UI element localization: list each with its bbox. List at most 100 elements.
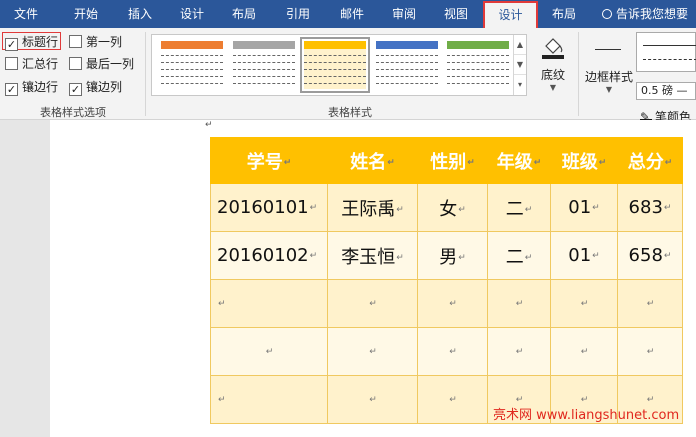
total-row-label: 汇总行 <box>22 57 59 71</box>
chevron-down-icon: ▼ <box>605 85 613 94</box>
last-column-label: 最后一列 <box>86 57 135 71</box>
table-cell[interactable]: ↵ <box>417 375 488 424</box>
chevron-down-icon: ▼ <box>549 83 557 92</box>
banded-rows-label: 镶边行 <box>22 80 59 94</box>
table-styles-gallery[interactable]: ▲ ▼ ▾ <box>151 34 527 96</box>
tab-mailings[interactable]: 邮件 <box>332 0 372 28</box>
banded-columns-option[interactable]: ✓ 镶边列 <box>69 78 122 96</box>
table-cell[interactable]: ↵ <box>327 375 418 424</box>
header-cell[interactable]: 性别↵ <box>417 137 488 184</box>
table-cell[interactable]: ↵ <box>617 327 683 376</box>
table-style-green[interactable] <box>447 41 509 89</box>
table-cell[interactable]: ↵ <box>487 279 551 328</box>
table-style-gold-selected[interactable] <box>300 37 370 93</box>
pen-weight-select[interactable]: 0.5 磅 — <box>636 82 696 100</box>
tab-design[interactable]: 设计 <box>172 0 212 28</box>
table-header-row: 学号↵ 姓名↵ 性别↵ 年级↵ 班级↵ 总分↵ <box>210 137 683 184</box>
table-cell[interactable]: ↵ <box>550 279 618 328</box>
pen-weight-value: 0.5 磅 <box>641 84 673 97</box>
table-cell[interactable]: 01↵ <box>550 231 618 280</box>
tab-table-layout[interactable]: 布局 <box>544 0 584 28</box>
table-cell[interactable]: ↵ <box>487 327 551 376</box>
first-column-checkbox[interactable] <box>69 35 82 48</box>
table-cell[interactable]: ↵ <box>327 279 418 328</box>
table-cell[interactable]: 658↵ <box>617 231 683 280</box>
tab-layout[interactable]: 布局 <box>224 0 264 28</box>
table-cell[interactable]: 683↵ <box>617 183 683 232</box>
tab-home[interactable]: 开始 <box>66 0 106 28</box>
table-row: ↵ ↵ ↵ ↵ ↵ ↵ <box>210 327 683 376</box>
tab-file[interactable]: 文件 <box>8 0 44 28</box>
table-cell[interactable]: 女↵ <box>417 183 488 232</box>
tab-review[interactable]: 审阅 <box>384 0 424 28</box>
total-row-option[interactable]: 汇总行 <box>5 55 58 73</box>
table-cell[interactable]: ↵ <box>550 327 618 376</box>
tab-insert[interactable]: 插入 <box>120 0 160 28</box>
table-cell[interactable]: ↵ <box>210 279 328 328</box>
header-row-option[interactable]: ✓ 标题行 <box>2 32 62 51</box>
table-cell[interactable]: 二↵ <box>487 183 551 232</box>
header-cell[interactable]: 学号↵ <box>210 137 328 184</box>
styled-table[interactable]: 学号↵ 姓名↵ 性别↵ 年级↵ 班级↵ 总分↵ 20160101↵ 王际禹↵ 女… <box>210 137 683 424</box>
table-cell[interactable]: 王际禹↵ <box>327 183 418 232</box>
table-cell[interactable]: 男↵ <box>417 231 488 280</box>
table-cell[interactable]: 二↵ <box>487 231 551 280</box>
gallery-scroll[interactable]: ▲ ▼ ▾ <box>513 35 526 95</box>
header-cell[interactable]: 总分↵ <box>617 137 683 184</box>
tell-me-search[interactable]: 告诉我您想要 <box>602 0 688 28</box>
first-column-label: 第一列 <box>86 35 123 49</box>
shading-button[interactable]: 底纹 ▼ <box>535 34 571 92</box>
table-styles-group-label: 表格样式 <box>328 106 372 119</box>
border-line-sample <box>595 49 621 50</box>
table-cell[interactable]: 20160102↵ <box>210 231 328 280</box>
banded-columns-checkbox[interactable]: ✓ <box>69 83 82 96</box>
gallery-more-icon[interactable]: ▾ <box>514 75 526 95</box>
last-column-checkbox[interactable] <box>69 57 82 70</box>
table-cell[interactable]: ↵ <box>417 327 488 376</box>
ribbon-tab-bar: 文件 开始 插入 设计 布局 引用 邮件 审阅 视图 设计 布局 告诉我您想要 <box>0 0 696 28</box>
table-cell[interactable]: ↵ <box>327 327 418 376</box>
scroll-up-icon[interactable]: ▲ <box>514 35 526 55</box>
border-styles-button[interactable]: 边框样式 ▼ <box>584 68 634 94</box>
site-watermark: 亮术网 www.liangshunet.com <box>493 408 680 423</box>
tab-table-design[interactable]: 设计 <box>483 1 538 28</box>
paragraph-mark: ↵ <box>205 120 213 130</box>
table-style-gray[interactable] <box>233 41 295 89</box>
banded-rows-option[interactable]: ✓ 镶边行 <box>5 78 58 96</box>
header-cell[interactable]: 年级↵ <box>487 137 551 184</box>
banded-rows-checkbox[interactable]: ✓ <box>5 83 18 96</box>
paint-bucket-icon <box>540 34 566 60</box>
tell-me-text: 告诉我您想要 <box>616 7 689 21</box>
table-cell[interactable]: 20160101↵ <box>210 183 328 232</box>
table-row: 20160102↵ 李玉恒↵ 男↵ 二↵ 01↵ 658↵ <box>210 231 683 280</box>
header-cell[interactable]: 班级↵ <box>550 137 618 184</box>
last-column-option[interactable]: 最后一列 <box>69 55 134 73</box>
ribbon-panel: ✓ 标题行 第一列 汇总行 最后一列 ✓ 镶边行 ✓ 镶边列 表格样式选项 ▲ ▼ ▾… <box>0 28 696 124</box>
table-row: 20160101↵ 王际禹↵ 女↵ 二↵ 01↵ 683↵ <box>210 183 683 232</box>
style-options-group-label: 表格样式选项 <box>40 106 106 119</box>
border-styles-label: 边框样式 <box>584 70 633 84</box>
header-row-checkbox[interactable]: ✓ <box>5 38 18 51</box>
scroll-down-icon[interactable]: ▼ <box>514 55 526 75</box>
shading-label: 底纹 <box>540 68 565 82</box>
table-cell[interactable]: 李玉恒↵ <box>327 231 418 280</box>
header-row-label: 标题行 <box>22 35 59 49</box>
line-style-select[interactable] <box>636 32 696 72</box>
table-cell[interactable]: ↵ <box>210 327 328 376</box>
table-cell[interactable]: ↵ <box>210 375 328 424</box>
tab-references[interactable]: 引用 <box>278 0 318 28</box>
total-row-checkbox[interactable] <box>5 57 18 70</box>
table-cell[interactable]: ↵ <box>617 279 683 328</box>
tab-view[interactable]: 视图 <box>436 0 476 28</box>
group-divider <box>578 32 579 116</box>
group-divider <box>145 32 146 116</box>
table-row: ↵ ↵ ↵ ↵ ↵ ↵ <box>210 279 683 328</box>
banded-columns-label: 镶边列 <box>86 80 123 94</box>
table-style-orange[interactable] <box>161 41 223 89</box>
table-style-blue[interactable] <box>376 41 438 89</box>
lightbulb-icon <box>602 9 612 19</box>
header-cell[interactable]: 姓名↵ <box>327 137 418 184</box>
table-cell[interactable]: ↵ <box>417 279 488 328</box>
first-column-option[interactable]: 第一列 <box>69 33 122 51</box>
table-cell[interactable]: 01↵ <box>550 183 618 232</box>
